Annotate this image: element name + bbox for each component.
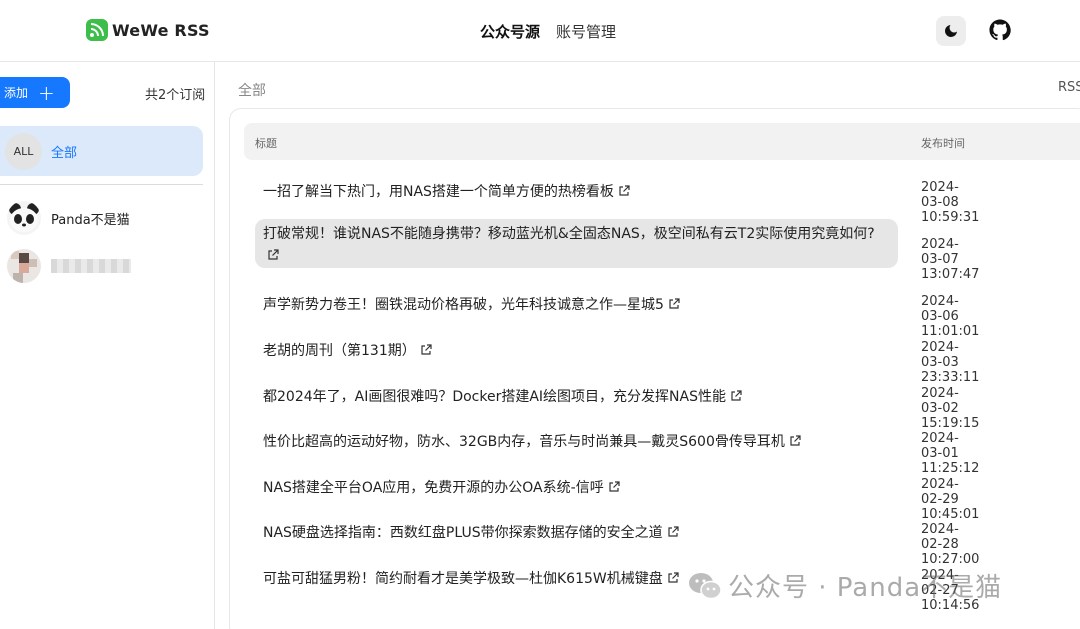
- add-label: 添加: [4, 86, 29, 100]
- blurred-avatar: [7, 249, 41, 283]
- external-link-icon: [790, 435, 801, 446]
- article-title: 都2024年了，AI画图很难吗？Docker搭建AI绘图项目，充分发挥NAS性能: [263, 389, 726, 405]
- rss-link[interactable]: RSS: [1058, 80, 1080, 95]
- rss-logo-icon: [86, 19, 108, 41]
- article-time: 2024-02-28 10:27:00: [921, 522, 980, 567]
- divider: [0, 184, 203, 185]
- article-title: 老胡的周刊（第131期）: [263, 343, 416, 359]
- article-title: 一招了解当下热门，用NAS搭建一个简单方便的热榜看板: [263, 184, 614, 200]
- article-title: NAS搭建全平台OA应用，免费开源的办公OA系统-信呼: [263, 480, 604, 496]
- plus-icon: +: [38, 80, 55, 105]
- github-link[interactable]: [988, 18, 1012, 42]
- breadcrumb: 全部: [238, 83, 266, 99]
- theme-toggle-button[interactable]: [936, 16, 966, 46]
- article-time: 2024-02-29 10:45:01: [921, 477, 980, 522]
- sidebar-item-feed[interactable]: [0, 248, 210, 284]
- wechat-icon: [689, 572, 722, 599]
- moon-icon: [945, 25, 957, 37]
- article-title: 打破常规！谁说NAS不能随身携带？移动蓝光机&全固态NAS，极空间私有云T2实际…: [263, 226, 875, 242]
- nav-item-feeds[interactable]: 公众号源: [480, 21, 540, 42]
- article-time: 2024-03-01 11:25:12: [921, 431, 980, 476]
- panda-avatar: [7, 201, 41, 235]
- sidebar-item-label: Panda不是猫: [51, 212, 130, 228]
- external-link-icon: [668, 572, 679, 583]
- external-link-icon: [619, 185, 630, 196]
- external-link-icon: [731, 390, 742, 401]
- article-title: NAS硬盘选择指南：西数红盘PLUS带你探索数据存储的安全之道: [263, 525, 663, 541]
- add-feed-button[interactable]: 添加 +: [0, 77, 70, 108]
- article-time: 2024-03-08 10:59:31: [921, 180, 980, 225]
- article-time: 2024-03-02 15:19:15: [921, 386, 980, 431]
- main-nav: 公众号源 账号管理: [480, 21, 616, 42]
- github-icon: [989, 19, 1011, 41]
- watermark: 公众号 · Panda不是猫: [688, 567, 1002, 604]
- sidebar: 添加 + 共2个订阅 ALL 全部 Panda不是猫: [0, 62, 215, 629]
- sidebar-item-feed[interactable]: Panda不是猫: [0, 200, 210, 236]
- table-header: 标题 发布时间: [244, 123, 1080, 160]
- article-time: 2024-03-06 11:01:01: [921, 294, 980, 339]
- external-link-icon: [268, 249, 279, 260]
- blurred-feed-name: [51, 259, 131, 273]
- column-header-title: 标题: [255, 137, 277, 150]
- external-link-icon: [668, 526, 679, 537]
- subscription-count: 共2个订阅: [145, 88, 206, 103]
- nav-item-accounts[interactable]: 账号管理: [556, 21, 616, 42]
- article-title-link[interactable]: 打破常规！谁说NAS不能随身携带？移动蓝光机&全固态NAS，极空间私有云T2实际…: [255, 219, 898, 268]
- article-title-link[interactable]: 性价比超高的运动好物，防水、32GB内存，音乐与时尚兼具—戴灵S600骨传导耳机: [255, 427, 898, 457]
- all-avatar: ALL: [5, 132, 42, 170]
- article-title-link[interactable]: 都2024年了，AI画图很难吗？Docker搭建AI绘图项目，充分发挥NAS性能: [255, 382, 898, 412]
- article-time: 2024-03-03 23:33:11: [921, 340, 980, 385]
- watermark-text: 公众号 · Panda不是猫: [728, 573, 1003, 603]
- article-title: 声学新势力卷王！圈铁混动价格再破，光年科技诚意之作—星城5: [263, 297, 664, 313]
- external-link-icon: [669, 298, 680, 309]
- top-header: WeWe RSS 公众号源 账号管理: [0, 0, 1080, 62]
- column-header-time: 发布时间: [921, 137, 965, 150]
- sidebar-item-all[interactable]: ALL 全部: [0, 126, 203, 176]
- article-title: 可盐可甜猛男粉！简约耐看才是美学极致—杜伽K615W机械键盘: [263, 571, 663, 587]
- article-title-link[interactable]: 一招了解当下热门，用NAS搭建一个简单方便的热榜看板: [255, 177, 898, 207]
- article-title: 性价比超高的运动好物，防水、32GB内存，音乐与时尚兼具—戴灵S600骨传导耳机: [263, 434, 785, 450]
- article-time: 2024-03-07 13:07:47: [921, 237, 980, 282]
- external-link-icon: [609, 481, 620, 492]
- sidebar-item-label: 全部: [51, 145, 78, 161]
- external-link-icon: [421, 344, 432, 355]
- article-title-link[interactable]: NAS硬盘选择指南：西数红盘PLUS带你探索数据存储的安全之道: [255, 518, 898, 548]
- app-name: WeWe RSS: [112, 20, 210, 40]
- article-title-link[interactable]: 声学新势力卷王！圈铁混动价格再破，光年科技诚意之作—星城5: [255, 290, 898, 320]
- app-logo[interactable]: WeWe RSS: [86, 19, 210, 41]
- article-title-link[interactable]: NAS搭建全平台OA应用，免费开源的办公OA系统-信呼: [255, 473, 898, 503]
- article-title-link[interactable]: 老胡的周刊（第131期）: [255, 336, 898, 366]
